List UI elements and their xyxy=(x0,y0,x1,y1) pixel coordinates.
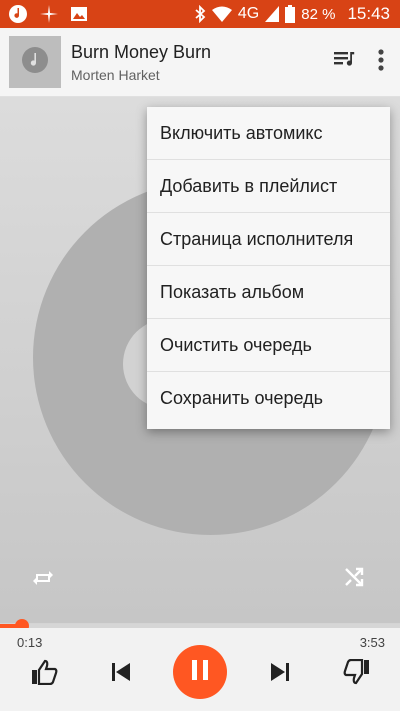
skip-next-icon[interactable] xyxy=(269,661,291,683)
battery-percent: 82 % xyxy=(301,5,336,23)
menu-item-add-to-playlist[interactable]: Добавить в плейлист xyxy=(147,160,390,213)
sparkle-icon xyxy=(40,5,58,23)
image-icon xyxy=(70,6,88,22)
total-time: 3:53 xyxy=(359,635,385,650)
playback-controls: 0:13 3:53 xyxy=(0,628,400,711)
menu-item-save-queue[interactable]: Сохранить очередь xyxy=(147,372,390,425)
thumb-up-icon[interactable] xyxy=(30,659,58,685)
status-bar: 4G 82 % 15:43 xyxy=(0,0,400,28)
pause-icon xyxy=(190,659,210,686)
menu-item-show-album[interactable]: Показать альбом xyxy=(147,266,390,319)
shuffle-icon[interactable] xyxy=(342,565,366,594)
network-type: 4G xyxy=(237,5,260,22)
skip-previous-icon[interactable] xyxy=(110,661,132,683)
elapsed-time: 0:13 xyxy=(17,635,43,650)
music-note-icon xyxy=(21,46,49,79)
menu-item-artist-page[interactable]: Страница исполнителя xyxy=(147,213,390,266)
repeat-icon[interactable] xyxy=(30,565,56,596)
clock: 15:43 xyxy=(347,4,390,23)
album-thumbnail[interactable] xyxy=(9,36,61,88)
song-title: Burn Money Burn xyxy=(71,41,212,62)
bluetooth-icon xyxy=(194,5,206,23)
wifi-icon xyxy=(211,6,232,22)
artist-name: Morten Harket xyxy=(71,66,160,83)
overflow-menu: Включить автомикс Добавить в плейлист Ст… xyxy=(147,107,390,429)
menu-item-enable-automix[interactable]: Включить автомикс xyxy=(147,107,390,160)
signal-icon xyxy=(265,6,280,22)
more-vert-icon[interactable] xyxy=(378,48,384,76)
pause-button[interactable] xyxy=(173,645,227,699)
now-playing-header[interactable]: Burn Money Burn Morten Harket xyxy=(0,28,400,97)
menu-item-clear-queue[interactable]: Очистить очередь xyxy=(147,319,390,372)
battery-icon xyxy=(285,5,296,23)
thumb-down-icon[interactable] xyxy=(343,659,371,685)
music-note-icon xyxy=(8,4,28,24)
queue-music-icon[interactable] xyxy=(334,50,356,75)
